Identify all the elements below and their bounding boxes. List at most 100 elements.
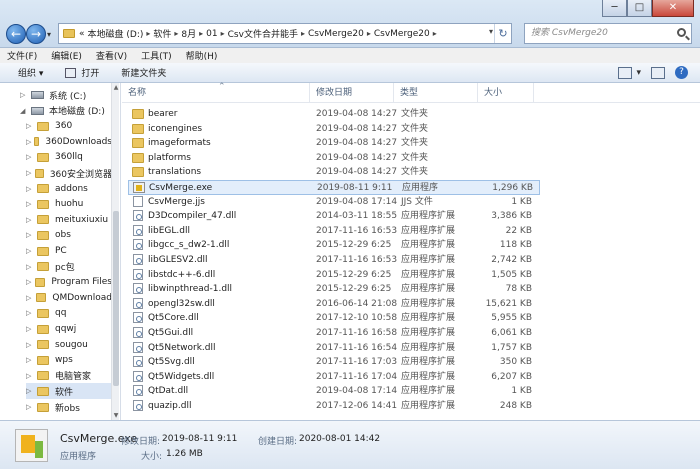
sidebar-item[interactable]: ▷ 软件 — [26, 383, 112, 400]
breadcrumb-item[interactable]: 本地磁盘 (D:) — [88, 27, 144, 40]
expander-icon[interactable]: ▷ — [26, 231, 34, 239]
expander-icon[interactable]: ▷ — [26, 138, 31, 146]
view-mode-dropdown-icon[interactable]: ▾ — [636, 68, 641, 78]
expander-icon[interactable]: ▷ — [26, 247, 34, 255]
file-row[interactable]: Qt5Core.dll 2017-12-10 10:58 应用程序扩展 5,955 K… — [128, 311, 540, 326]
breadcrumb-item[interactable]: CsvMerge20 — [308, 29, 364, 39]
sidebar-item[interactable]: ▷ 电脑管家 — [26, 368, 112, 384]
breadcrumb-item[interactable]: 软件 — [153, 27, 171, 40]
expander-icon[interactable]: ▷ — [26, 403, 34, 411]
address-dropdown-icon[interactable]: ▾ — [489, 27, 493, 36]
minimize-button[interactable]: ─ — [602, 0, 627, 17]
file-row[interactable]: platforms 2019-04-08 14:27 文件夹 — [128, 151, 540, 166]
refresh-button[interactable]: ↻ — [494, 24, 511, 43]
sidebar-scrollbar[interactable]: ▲ ▼ — [111, 83, 119, 420]
breadcrumb-separator-icon[interactable]: ▸ — [301, 29, 305, 38]
file-row[interactable]: CsvMerge.exe 2019-08-11 9:11 应用程序 1,296 KB — [128, 180, 540, 195]
sidebar-item[interactable]: ◢ 本地磁盘 (D:) — [20, 103, 112, 119]
expander-icon[interactable]: ▷ — [26, 216, 34, 224]
sidebar-item[interactable]: ▷ qq — [26, 305, 112, 321]
scroll-down-icon[interactable]: ▼ — [112, 411, 120, 420]
file-row[interactable]: iconengines 2019-04-08 14:27 文件夹 — [128, 122, 540, 137]
sidebar-item[interactable]: ▷ 360llq — [26, 149, 112, 165]
expander-icon[interactable]: ▷ — [26, 341, 34, 349]
file-row[interactable]: libwinpthread-1.dll 2015-12-29 6:25 应用程序扩展… — [128, 282, 540, 297]
expander-icon[interactable]: ▷ — [26, 325, 34, 333]
breadcrumb-item[interactable]: Csv文件合并能手 — [228, 27, 298, 40]
breadcrumb-item[interactable]: 8月 — [181, 27, 196, 40]
column-size[interactable]: 大小 — [478, 83, 534, 103]
maximize-button[interactable]: □ — [627, 0, 652, 17]
column-type[interactable]: 类型 — [394, 83, 478, 103]
expander-icon[interactable]: ▷ — [20, 91, 28, 99]
sidebar-item[interactable]: ▷ 360 — [26, 118, 112, 134]
forward-button[interactable]: → — [26, 24, 46, 44]
new-folder-button[interactable]: 新建文件夹 — [121, 66, 166, 79]
view-mode-icon[interactable] — [618, 66, 633, 79]
file-row[interactable]: bearer 2019-04-08 14:27 文件夹 — [128, 107, 540, 122]
file-row[interactable]: Qt5Gui.dll 2017-11-16 16:58 应用程序扩展 6,061 KB — [128, 326, 540, 341]
close-button[interactable]: ✕ — [652, 0, 694, 17]
expander-icon[interactable]: ▷ — [26, 263, 34, 271]
sidebar-item[interactable]: ▷ 系统 (C:) — [20, 87, 112, 103]
breadcrumb-separator-icon[interactable]: ▸ — [146, 29, 150, 38]
expander-icon[interactable]: ▷ — [26, 294, 33, 302]
search-input[interactable]: 搜索 CsvMerge20 — [524, 23, 692, 44]
sidebar-item[interactable]: ▷ wps — [26, 352, 112, 368]
menu-tools[interactable]: 工具(T) — [141, 49, 172, 62]
breadcrumb-item[interactable]: 01 — [206, 29, 217, 39]
expander-icon[interactable]: ▷ — [26, 185, 34, 193]
sidebar-scroll-thumb[interactable] — [113, 211, 119, 386]
breadcrumb-separator-icon[interactable]: ▸ — [174, 29, 178, 38]
file-row[interactable]: D3Dcompiler_47.dll 2014-03-11 18:55 应用程序扩展… — [128, 209, 540, 224]
sidebar-item[interactable]: ▷ QMDownload — [26, 290, 112, 306]
file-row[interactable]: QtDat.dll 2019-04-08 17:14 应用程序扩展 1 KB — [128, 384, 540, 399]
preview-pane-icon[interactable] — [651, 66, 665, 79]
column-name[interactable]: 名称 ⌃ — [122, 82, 310, 103]
sidebar-item[interactable]: ▷ PC — [26, 243, 112, 259]
sidebar-item[interactable]: ▷ pc包 — [26, 259, 112, 275]
expander-icon[interactable]: ▷ — [26, 200, 34, 208]
sidebar-item[interactable]: ▷ 新obs — [26, 399, 112, 415]
expander-icon[interactable]: ▷ — [26, 122, 34, 130]
breadcrumb-separator-icon[interactable]: ▸ — [367, 29, 371, 38]
expander-icon[interactable]: ▷ — [26, 372, 34, 380]
sidebar-item[interactable]: ▷ 360安全浏览器 — [26, 165, 112, 181]
file-row[interactable]: Qt5Widgets.dll 2017-11-16 17:04 应用程序扩展 6,20… — [128, 370, 540, 385]
breadcrumb-separator-icon[interactable]: ▸ — [199, 29, 203, 38]
expander-icon[interactable]: ▷ — [26, 278, 32, 286]
expander-icon[interactable]: ▷ — [26, 153, 34, 161]
menu-help[interactable]: 帮助(H) — [186, 49, 218, 62]
breadcrumb-item[interactable]: CsvMerge20 — [374, 29, 430, 39]
column-date[interactable]: 修改日期 — [310, 83, 394, 103]
expander-icon[interactable]: ▷ — [26, 169, 32, 177]
sidebar-item[interactable]: ▷ 360Downloads — [26, 134, 112, 150]
breadcrumb-separator-icon[interactable]: ▸ — [221, 29, 225, 38]
address-prefix[interactable]: « — [79, 29, 85, 39]
sidebar-item[interactable]: ▷ Program Files — [26, 274, 112, 290]
sidebar-item[interactable]: ▷ qqwj — [26, 321, 112, 337]
expander-icon[interactable]: ▷ — [26, 387, 34, 395]
expander-icon[interactable]: ▷ — [26, 309, 34, 317]
file-row[interactable]: Qt5Network.dll 2017-11-16 16:54 应用程序扩展 1,75… — [128, 341, 540, 356]
menu-edit[interactable]: 编辑(E) — [51, 49, 82, 62]
file-row[interactable]: Qt5Svg.dll 2017-11-16 17:03 应用程序扩展 350 KB — [128, 355, 540, 370]
file-row[interactable]: imageformats 2019-04-08 14:27 文件夹 — [128, 136, 540, 151]
search-icon[interactable] — [677, 28, 686, 37]
menu-file[interactable]: 文件(F) — [7, 49, 37, 62]
organize-button[interactable]: 组织 ▾ — [18, 66, 43, 79]
expander-icon[interactable]: ▷ — [26, 356, 34, 364]
history-dropdown-icon[interactable]: ▾ — [47, 30, 55, 39]
file-row[interactable]: libGLESV2.dll 2017-11-16 16:53 应用程序扩展 2,742… — [128, 253, 540, 268]
open-button[interactable]: 打开 — [65, 66, 99, 79]
file-row[interactable]: CsvMerge.jjs 2019-04-08 17:14 JJS 文件 1 KB — [128, 195, 540, 210]
sidebar-item[interactable]: ▷ obs — [26, 227, 112, 243]
sidebar-item[interactable]: ▷ meituxiuxiu — [26, 212, 112, 228]
menu-view[interactable]: 查看(V) — [96, 49, 127, 62]
expander-icon[interactable]: ◢ — [20, 107, 28, 115]
file-row[interactable]: opengl32sw.dll 2016-06-14 21:08 应用程序扩展 15,6… — [128, 297, 540, 312]
file-row[interactable]: translations 2019-04-08 14:27 文件夹 — [128, 165, 540, 180]
file-row[interactable]: libstdc++-6.dll 2015-12-29 6:25 应用程序扩展 1,50… — [128, 268, 540, 283]
help-icon[interactable]: ? — [675, 66, 688, 79]
scroll-up-icon[interactable]: ▲ — [112, 83, 120, 92]
